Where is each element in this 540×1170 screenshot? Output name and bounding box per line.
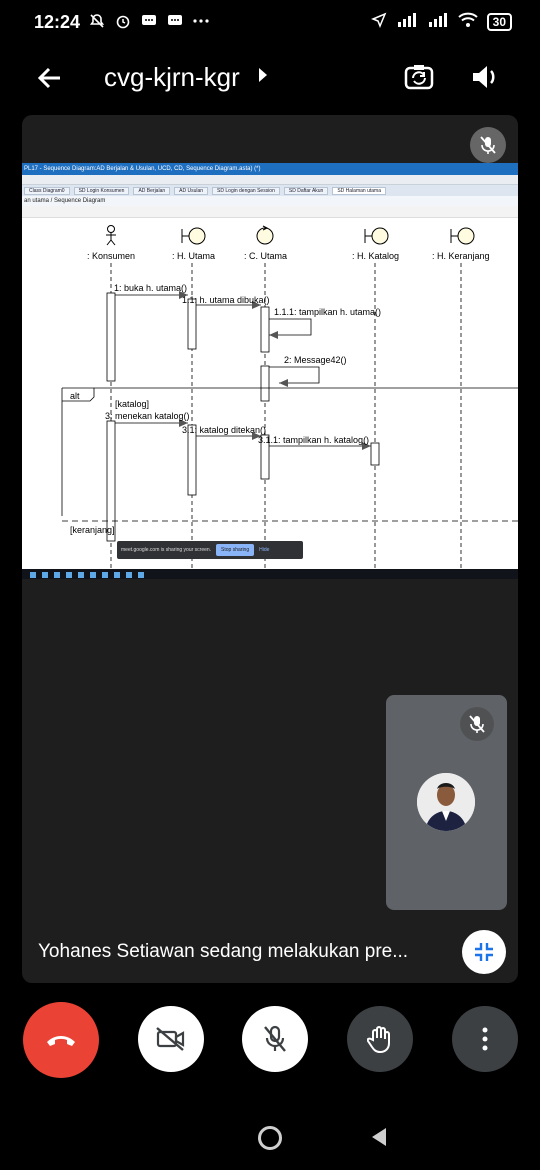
guard-label: [keranjang]: [70, 525, 115, 535]
taskbar-icon: [114, 572, 120, 578]
lifeline-label: : Konsumen: [87, 251, 135, 261]
boundary-icon: [364, 227, 389, 245]
mic-off-icon: [264, 1025, 286, 1052]
taskbar-icon: [66, 572, 72, 578]
tab-class-diagram: Class Diagram0: [24, 186, 70, 195]
boundary-icon: [450, 227, 475, 245]
boundary-icon: [181, 227, 206, 245]
share-notice-text: meet.google.com is sharing your screen.: [121, 547, 212, 553]
lifeline-label: : H. Utama: [172, 251, 215, 261]
activation-bar: [260, 365, 270, 402]
android-nav-bar: [0, 1110, 540, 1170]
alarm-icon: [114, 12, 132, 30]
notification-icons: [88, 12, 210, 30]
end-call-icon: [47, 1036, 75, 1046]
mic-off-icon: [470, 127, 506, 163]
sequence-diagram: : Konsumen : H. Utama : C. Utama : H. Ka…: [61, 225, 518, 571]
message-label: 3.1.1: tampilkan h. katalog(): [258, 435, 369, 445]
diagram-palette: [22, 206, 518, 218]
meeting-code[interactable]: cvg-kjrn-kgr: [104, 62, 240, 93]
tab-ad-berjalan: AD Berjalan: [133, 186, 171, 195]
home-icon[interactable]: [258, 1126, 282, 1150]
diagram-tabs: Class Diagram0 SD Login Konsumen AD Berj…: [22, 185, 518, 196]
taskbar-icon: [102, 572, 108, 578]
tab-sd-halaman-utama: SD Halaman utama: [332, 186, 386, 195]
speaker-icon[interactable]: [468, 60, 502, 94]
tab-sd-login-session: SD Login dengan Session: [212, 186, 280, 195]
taskbar-icon: [78, 572, 84, 578]
signal-icon: [396, 12, 418, 31]
presentation-tile: PL17 - Sequence Diagram:AD Berjalan & Us…: [22, 115, 518, 983]
wifi-icon: [457, 12, 478, 31]
status-time: 12:24: [34, 12, 81, 32]
taskbar-icon: [90, 572, 96, 578]
actor-icon: [106, 225, 116, 246]
signal-icon: [427, 12, 449, 31]
avatar: [417, 773, 475, 831]
back-nav-icon[interactable]: [372, 1128, 386, 1146]
dnd-icon: [88, 12, 106, 30]
hide-button[interactable]: Hide: [259, 547, 269, 553]
message-label: 3.1: katalog ditekan(): [182, 425, 266, 435]
screen-share-notice: meet.google.com is sharing your screen. …: [117, 541, 303, 559]
activation-bar: [260, 306, 270, 353]
end-call-button[interactable]: [23, 1002, 99, 1078]
tab-ad-usulan: AD Usulan: [174, 186, 209, 195]
collapse-icon[interactable]: [462, 930, 506, 974]
message-label: 1.1: h. utama dibuka(): [182, 295, 270, 305]
camera-off-icon: [156, 1027, 185, 1051]
activation-bar: [106, 420, 116, 542]
activation-bar: [187, 424, 197, 496]
taskbar-icon: [138, 572, 144, 578]
presenter-caption: Yohanes Setiawan sedang melakukan pre...: [38, 941, 409, 962]
system-icons: 30: [370, 12, 512, 31]
back-arrow-icon[interactable]: [34, 62, 66, 94]
message-label: 1.1.1: tampilkan h. utama(): [274, 307, 381, 317]
lifeline-label: : H. Katalog: [352, 251, 399, 261]
message-icon: [140, 12, 158, 30]
guard-label: [katalog]: [115, 399, 149, 409]
shared-screen: PL17 - Sequence Diagram:AD Berjalan & Us…: [22, 163, 518, 579]
diagram-breadcrumb: an utama / Sequence Diagram: [22, 196, 518, 206]
tab-sd-login-konsumen: SD Login Konsumen: [73, 186, 130, 195]
taskbar-icon: [54, 572, 60, 578]
taskbar-icon: [30, 572, 36, 578]
windows-taskbar: [22, 569, 518, 579]
message-label: 2: Message42(): [284, 355, 347, 365]
taskbar-icon: [126, 572, 132, 578]
message-label: 3: menekan katalog(): [105, 411, 190, 421]
status-bar: 12:24 30: [0, 0, 540, 48]
camera-flip-icon[interactable]: [402, 60, 436, 94]
activation-bar: [106, 292, 116, 382]
hand-raise-icon: [367, 1026, 390, 1054]
more-notifications-icon: [192, 12, 210, 30]
lifeline-label: : C. Utama: [244, 251, 287, 261]
more-options-button[interactable]: [452, 1006, 518, 1072]
mic-toggle-button[interactable]: [242, 1006, 308, 1072]
app-window-title: PL17 - Sequence Diagram:AD Berjalan & Us…: [22, 163, 518, 175]
message-icon: [166, 12, 184, 30]
app-toolbar: [22, 175, 518, 185]
tab-sd-daftar-akun: SD Daftar Akun: [283, 186, 329, 195]
self-view-tile[interactable]: [386, 695, 507, 910]
activation-bar: [370, 442, 380, 466]
activation-bar: [187, 298, 197, 350]
more-vert-icon: [482, 1027, 488, 1051]
taskbar-icon: [42, 572, 48, 578]
meeting-top-bar: cvg-kjrn-kgr: [0, 48, 540, 108]
location-icon: [370, 12, 387, 31]
battery-indicator: 30: [486, 12, 512, 31]
stop-sharing-button[interactable]: Stop sharing: [216, 544, 255, 556]
lifeline-label: : H. Keranjang: [432, 251, 490, 261]
message-label: 1: buka h. utama(): [114, 283, 187, 293]
control-icon: [256, 225, 274, 245]
fragment-label: alt: [70, 391, 80, 401]
mic-off-icon: [460, 707, 494, 741]
call-controls: [0, 1002, 540, 1084]
camera-toggle-button[interactable]: [138, 1006, 204, 1072]
raise-hand-button[interactable]: [347, 1006, 413, 1072]
chevron-right-icon[interactable]: [258, 68, 268, 87]
